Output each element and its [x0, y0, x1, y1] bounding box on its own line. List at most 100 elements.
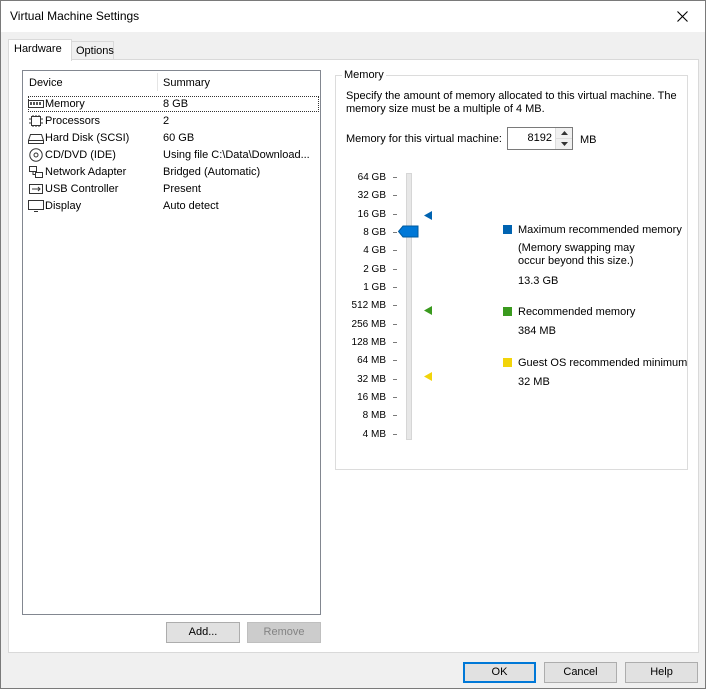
scale-tick	[393, 415, 397, 416]
cd-dvd-icon	[29, 148, 43, 162]
memory-unit-label: MB	[580, 134, 597, 146]
scale-tick	[393, 360, 397, 361]
scale-tick	[393, 397, 397, 398]
scale-tick	[393, 177, 397, 178]
scale-tick	[393, 305, 397, 306]
device-row-processors[interactable]: Processors 2	[23, 113, 320, 130]
memory-group: Memory Specify the amount of memory allo…	[335, 69, 688, 470]
device-summary: Present	[163, 183, 201, 195]
processor-icon	[29, 115, 43, 127]
scale-tick	[393, 269, 397, 270]
memory-slider-thumb[interactable]	[398, 225, 419, 238]
scale-tick	[393, 342, 397, 343]
tab-hardware[interactable]: Hardware	[8, 39, 72, 61]
recommended-marker-icon	[424, 306, 432, 315]
max-recommended-note-2: occur beyond this size.)	[518, 255, 634, 267]
title-bar: Virtual Machine Settings	[1, 1, 705, 32]
recommended-value: 384 MB	[518, 325, 556, 337]
max-recommended-marker-icon	[424, 211, 432, 220]
scale-tick	[393, 324, 397, 325]
scale-tick	[393, 434, 397, 435]
device-row-usb-controller[interactable]: USB Controller Present	[23, 181, 320, 198]
device-name: Hard Disk (SCSI)	[45, 132, 130, 144]
scale-label: 32 MB	[357, 374, 386, 385]
scale-label: 2 GB	[363, 264, 386, 275]
device-list-header: Device Summary	[23, 71, 320, 93]
memory-value[interactable]: 8192	[528, 132, 552, 144]
guest-min-marker-icon	[424, 372, 432, 381]
scale-label: 16 GB	[357, 209, 386, 220]
memory-field-label: Memory for this virtual machine:	[346, 133, 502, 145]
device-name: Memory	[45, 98, 85, 110]
hardware-tab-panel: Device Summary Memory 8 GB Processors 2 …	[8, 59, 699, 653]
guest-min-value: 32 MB	[518, 376, 550, 388]
tab-hardware-label: Hardware	[14, 43, 62, 55]
memory-slider-track[interactable]	[406, 173, 412, 440]
scale-tick	[393, 214, 397, 215]
device-row-memory[interactable]: Memory 8 GB	[23, 96, 320, 113]
remove-device-button[interactable]: Remove	[247, 622, 321, 643]
add-device-button[interactable]: Add...	[166, 622, 240, 643]
spin-up-button[interactable]	[556, 128, 572, 139]
device-name: CD/DVD (IDE)	[45, 149, 116, 161]
memory-icon	[28, 100, 44, 108]
scale-label: 4 GB	[363, 245, 386, 256]
column-header-device[interactable]: Device	[29, 77, 63, 89]
scale-label: 64 GB	[357, 172, 386, 183]
max-recommended-swatch	[503, 225, 512, 234]
window-title: Virtual Machine Settings	[10, 9, 140, 23]
device-summary: 60 GB	[163, 132, 195, 144]
device-row-network-adapter[interactable]: Network Adapter Bridged (Automatic)	[23, 164, 320, 181]
max-recommended-value: 13.3 GB	[518, 275, 559, 287]
spin-down-button[interactable]	[556, 139, 572, 149]
close-icon	[676, 11, 688, 22]
max-recommended-note-1: (Memory swapping may	[518, 242, 635, 254]
memory-spinbox[interactable]: 8192	[507, 127, 573, 150]
scale-label: 4 MB	[362, 429, 386, 440]
network-adapter-icon	[29, 166, 43, 178]
tab-options[interactable]: Options	[70, 41, 114, 60]
device-name: USB Controller	[45, 183, 119, 195]
recommended-swatch	[503, 307, 512, 316]
close-button[interactable]	[659, 1, 705, 32]
spin-buttons	[555, 128, 572, 149]
ok-button[interactable]: OK	[463, 662, 536, 683]
chevron-up-icon	[560, 131, 568, 135]
device-summary: Bridged (Automatic)	[163, 166, 261, 178]
scale-label: 64 MB	[357, 355, 386, 366]
device-row-display[interactable]: Display Auto detect	[23, 198, 320, 215]
scale-tick	[393, 287, 397, 288]
vm-settings-window: Virtual Machine Settings Hardware Option…	[0, 0, 706, 689]
device-name: Network Adapter	[45, 166, 127, 178]
device-list[interactable]: Device Summary Memory 8 GB Processors 2 …	[22, 70, 321, 615]
device-name: Display	[45, 200, 82, 212]
device-name: Processors	[45, 115, 101, 127]
scale-label: 512 MB	[351, 300, 386, 311]
guest-min-title: Guest OS recommended minimum	[518, 357, 688, 369]
display-icon	[28, 200, 44, 212]
help-button[interactable]: Help	[625, 662, 698, 683]
device-row-cd-dvd[interactable]: CD/DVD (IDE) Using file C:\Data\Download…	[23, 147, 320, 164]
column-header-summary[interactable]: Summary	[163, 77, 210, 89]
scale-label: 8 GB	[363, 227, 386, 238]
scale-label: 1 GB	[363, 282, 386, 293]
scale-label: 128 MB	[351, 337, 386, 348]
column-divider[interactable]	[157, 73, 158, 91]
scale-tick	[393, 379, 397, 380]
scale-label: 32 GB	[357, 190, 386, 201]
device-summary: Using file C:\Data\Download...	[163, 149, 310, 161]
scale-label: 16 MB	[357, 392, 386, 403]
scale-tick	[393, 232, 397, 233]
memory-description: Specify the amount of memory allocated t…	[346, 90, 677, 115]
tab-options-label: Options	[76, 45, 114, 57]
cancel-button[interactable]: Cancel	[544, 662, 617, 683]
scale-tick	[393, 195, 397, 196]
max-recommended-title: Maximum recommended memory	[518, 224, 682, 236]
device-summary: Auto detect	[163, 200, 219, 212]
device-row-hard-disk[interactable]: Hard Disk (SCSI) 60 GB	[23, 130, 320, 147]
memory-group-label: Memory	[342, 69, 386, 81]
usb-icon	[29, 184, 43, 194]
device-summary: 2	[163, 115, 170, 127]
scale-label: 256 MB	[351, 319, 386, 330]
chevron-down-icon	[560, 142, 568, 146]
